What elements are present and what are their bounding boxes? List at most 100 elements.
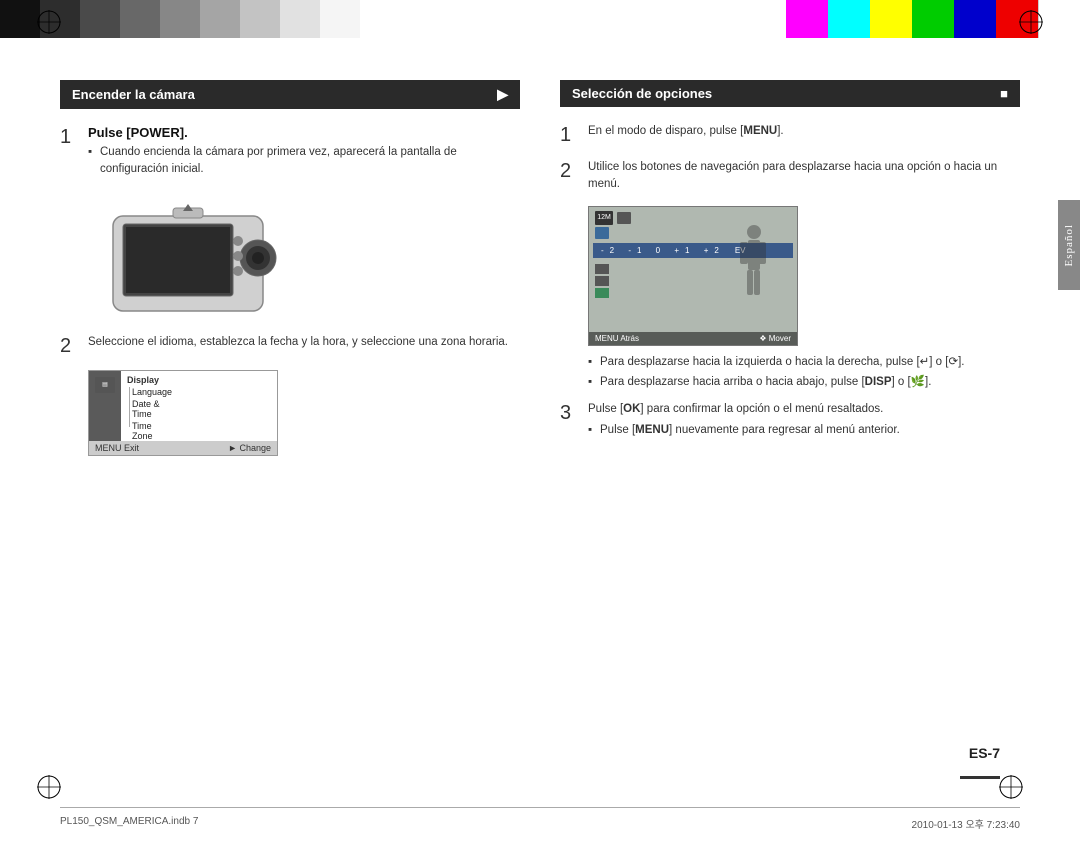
- color-swatch-blue: [954, 0, 996, 38]
- cam-icon-3: [595, 288, 609, 298]
- ev-scale-text: -2 -1 0 +1 +2: [601, 246, 725, 255]
- ok-key: OK: [623, 403, 640, 415]
- step-1-title-post: ].: [180, 125, 188, 140]
- step-number-2-right: 2: [560, 159, 578, 183]
- power-key: POWER: [131, 125, 180, 140]
- footer-left: PL150_QSM_AMERICA.indb 7: [60, 816, 198, 831]
- color-swatch-magenta: [786, 0, 828, 38]
- side-tab-label: Español: [1063, 224, 1075, 266]
- step-1-left: 1 Pulse [POWER]. ▪ Cuando encienda la cá…: [60, 125, 520, 182]
- mode-icon: [617, 212, 631, 224]
- left-section-header: Encender la cámara ▶: [60, 80, 520, 109]
- footer-right: 2010-01-13 오후 7:23:40: [912, 816, 1020, 831]
- bullet-dot-2: ▪: [588, 374, 596, 391]
- right-section-header: Selección de opciones ■: [560, 80, 1020, 107]
- camera-ev-screen: 12M -2 -1 0 +1 +2 EV: [588, 206, 798, 346]
- step-3-pre: Pulse [: [588, 403, 623, 415]
- color-swatch-green: [912, 0, 954, 38]
- step-1-title: Pulse [POWER].: [88, 125, 520, 140]
- reg-mark-top-right: [1017, 8, 1045, 36]
- color-swatch-1: [0, 0, 40, 38]
- language-side-tab: Español: [1058, 200, 1080, 290]
- step-1-bullet: ▪ Cuando encienda la cámara por primera …: [88, 144, 520, 179]
- step-1-right-content: En el modo de disparo, pulse [MENU].: [588, 123, 1020, 140]
- step-number-3: 3: [560, 401, 578, 425]
- left-column: Encender la cámara ▶ 1 Pulse [POWER]. ▪ …: [60, 80, 520, 781]
- bullet-dot-1: ▪: [588, 354, 596, 371]
- menu-item-datetime: Date & Time: [132, 399, 172, 419]
- cam-footer-left: MENU Atrás: [595, 334, 639, 343]
- menu-footer-left: MENU Exit: [95, 443, 139, 453]
- menu-item-timezone: Time Zone: [132, 421, 172, 441]
- bullet-icon: ▪: [88, 144, 96, 179]
- camera-image: [88, 194, 288, 324]
- menu-screen: ▤ Display Language Date & Time Time Zone: [88, 370, 278, 456]
- menu-left-icons: ▤: [89, 371, 121, 441]
- step-3-post: ] para confirmar la opción o el menú res…: [640, 403, 883, 415]
- step-1-title-pre: Pulse [: [88, 125, 131, 140]
- menu-display-row: ▤ Display Language Date & Time Time Zone: [89, 371, 277, 441]
- bullets-after-screen: ▪ Para desplazarse hacia la izquierda o …: [588, 354, 1020, 392]
- color-swatch-4: [120, 0, 160, 38]
- step-3-text: Pulse [OK] para confirmar la opción o el…: [588, 401, 1020, 418]
- color-swatch-cyan: [828, 0, 870, 38]
- step-2-left-text: Seleccione el idioma, establezca la fech…: [88, 334, 520, 351]
- step-2-left: 2 Seleccione el idioma, establezca la fe…: [60, 334, 520, 358]
- bullet-left-right: ▪ Para desplazarse hacia la izquierda o …: [588, 354, 1020, 371]
- left-header-title: Encender la cámara: [72, 87, 195, 102]
- main-content: Encender la cámara ▶ 1 Pulse [POWER]. ▪ …: [60, 80, 1020, 781]
- step-3-bullet-text: Pulse [MENU] nuevamente para regresar al…: [600, 422, 900, 439]
- color-swatch-9: [320, 0, 360, 38]
- page-number-bar: [960, 776, 1000, 779]
- step-1-bullet-text: Cuando encienda la cámara por primera ve…: [100, 144, 520, 179]
- square-icon: ■: [1000, 86, 1008, 101]
- step-1-content: Pulse [POWER]. ▪ Cuando encienda la cáma…: [88, 125, 520, 182]
- step-1-right-pre: En el modo de disparo, pulse [: [588, 125, 743, 137]
- page-number: ES-7: [969, 745, 1000, 761]
- step-3-bullet: ▪ Pulse [MENU] nuevamente para regresar …: [588, 422, 1020, 439]
- step-3-right: 3 Pulse [OK] para confirmar la opción o …: [560, 401, 1020, 443]
- step-2-right-text: Utilice los botones de navegación para d…: [588, 159, 1020, 194]
- bullet-up-down: ▪ Para desplazarse hacia arriba o hacia …: [588, 374, 1020, 391]
- right-header-title: Selección de opciones: [572, 86, 712, 101]
- color-swatch-8: [280, 0, 320, 38]
- step-number-2-left: 2: [60, 334, 78, 358]
- step-3-content: Pulse [OK] para confirmar la opción o el…: [588, 401, 1020, 443]
- color-swatch-yellow: [870, 0, 912, 38]
- step-2-right: 2 Utilice los botones de navegación para…: [560, 159, 1020, 194]
- bullet-dot-3: ▪: [588, 422, 596, 439]
- display-icon: ▤: [95, 377, 115, 393]
- color-swatch-3: [80, 0, 120, 38]
- res-icon: 12M: [595, 211, 613, 225]
- step-2-left-content: Seleccione el idioma, establezca la fech…: [88, 334, 520, 351]
- step-1-right-post: ].: [777, 125, 783, 137]
- camera-svg: [93, 196, 283, 321]
- step-number-1-right: 1: [560, 123, 578, 147]
- step-2-right-content: Utilice los botones de navegación para d…: [588, 159, 1020, 194]
- right-column: Selección de opciones ■ 1 En el modo de …: [560, 80, 1020, 781]
- menu-key: MENU: [743, 125, 777, 137]
- step-number-1: 1: [60, 125, 78, 149]
- menu-display-label: Display: [127, 375, 159, 385]
- page-footer: PL150_QSM_AMERICA.indb 7 2010-01-13 오후 7…: [60, 807, 1020, 831]
- figure-silhouette: [732, 222, 777, 315]
- step-1-right: 1 En el modo de disparo, pulse [MENU].: [560, 123, 1020, 147]
- right-arrow-icon: ▶: [497, 86, 508, 103]
- step-1-right-text: En el modo de disparo, pulse [MENU].: [588, 123, 1020, 140]
- cam-footer-right: ❖ Mover: [759, 334, 791, 343]
- menu-footer: MENU Exit ► Change: [89, 441, 277, 455]
- reg-mark-top-left: [35, 8, 63, 36]
- color-swatch-6: [200, 0, 240, 38]
- color-swatch-7: [240, 0, 280, 38]
- bullet-text-1: Para desplazarse hacia la izquierda o ha…: [600, 354, 964, 371]
- cam-screen-footer: MENU Atrás ❖ Mover: [589, 332, 797, 345]
- reg-mark-bottom-left: [35, 773, 63, 801]
- bullet-text-2: Para desplazarse hacia arriba o hacia ab…: [600, 374, 931, 391]
- top-color-bar: [0, 0, 1080, 38]
- menu-footer-right: ► Change: [228, 443, 271, 453]
- ev-icon: [595, 227, 609, 239]
- color-swatch-5: [160, 0, 200, 38]
- cam-icon-2: [595, 276, 609, 286]
- menu-item-language: Language: [132, 387, 172, 397]
- cam-icon-1: [595, 264, 609, 274]
